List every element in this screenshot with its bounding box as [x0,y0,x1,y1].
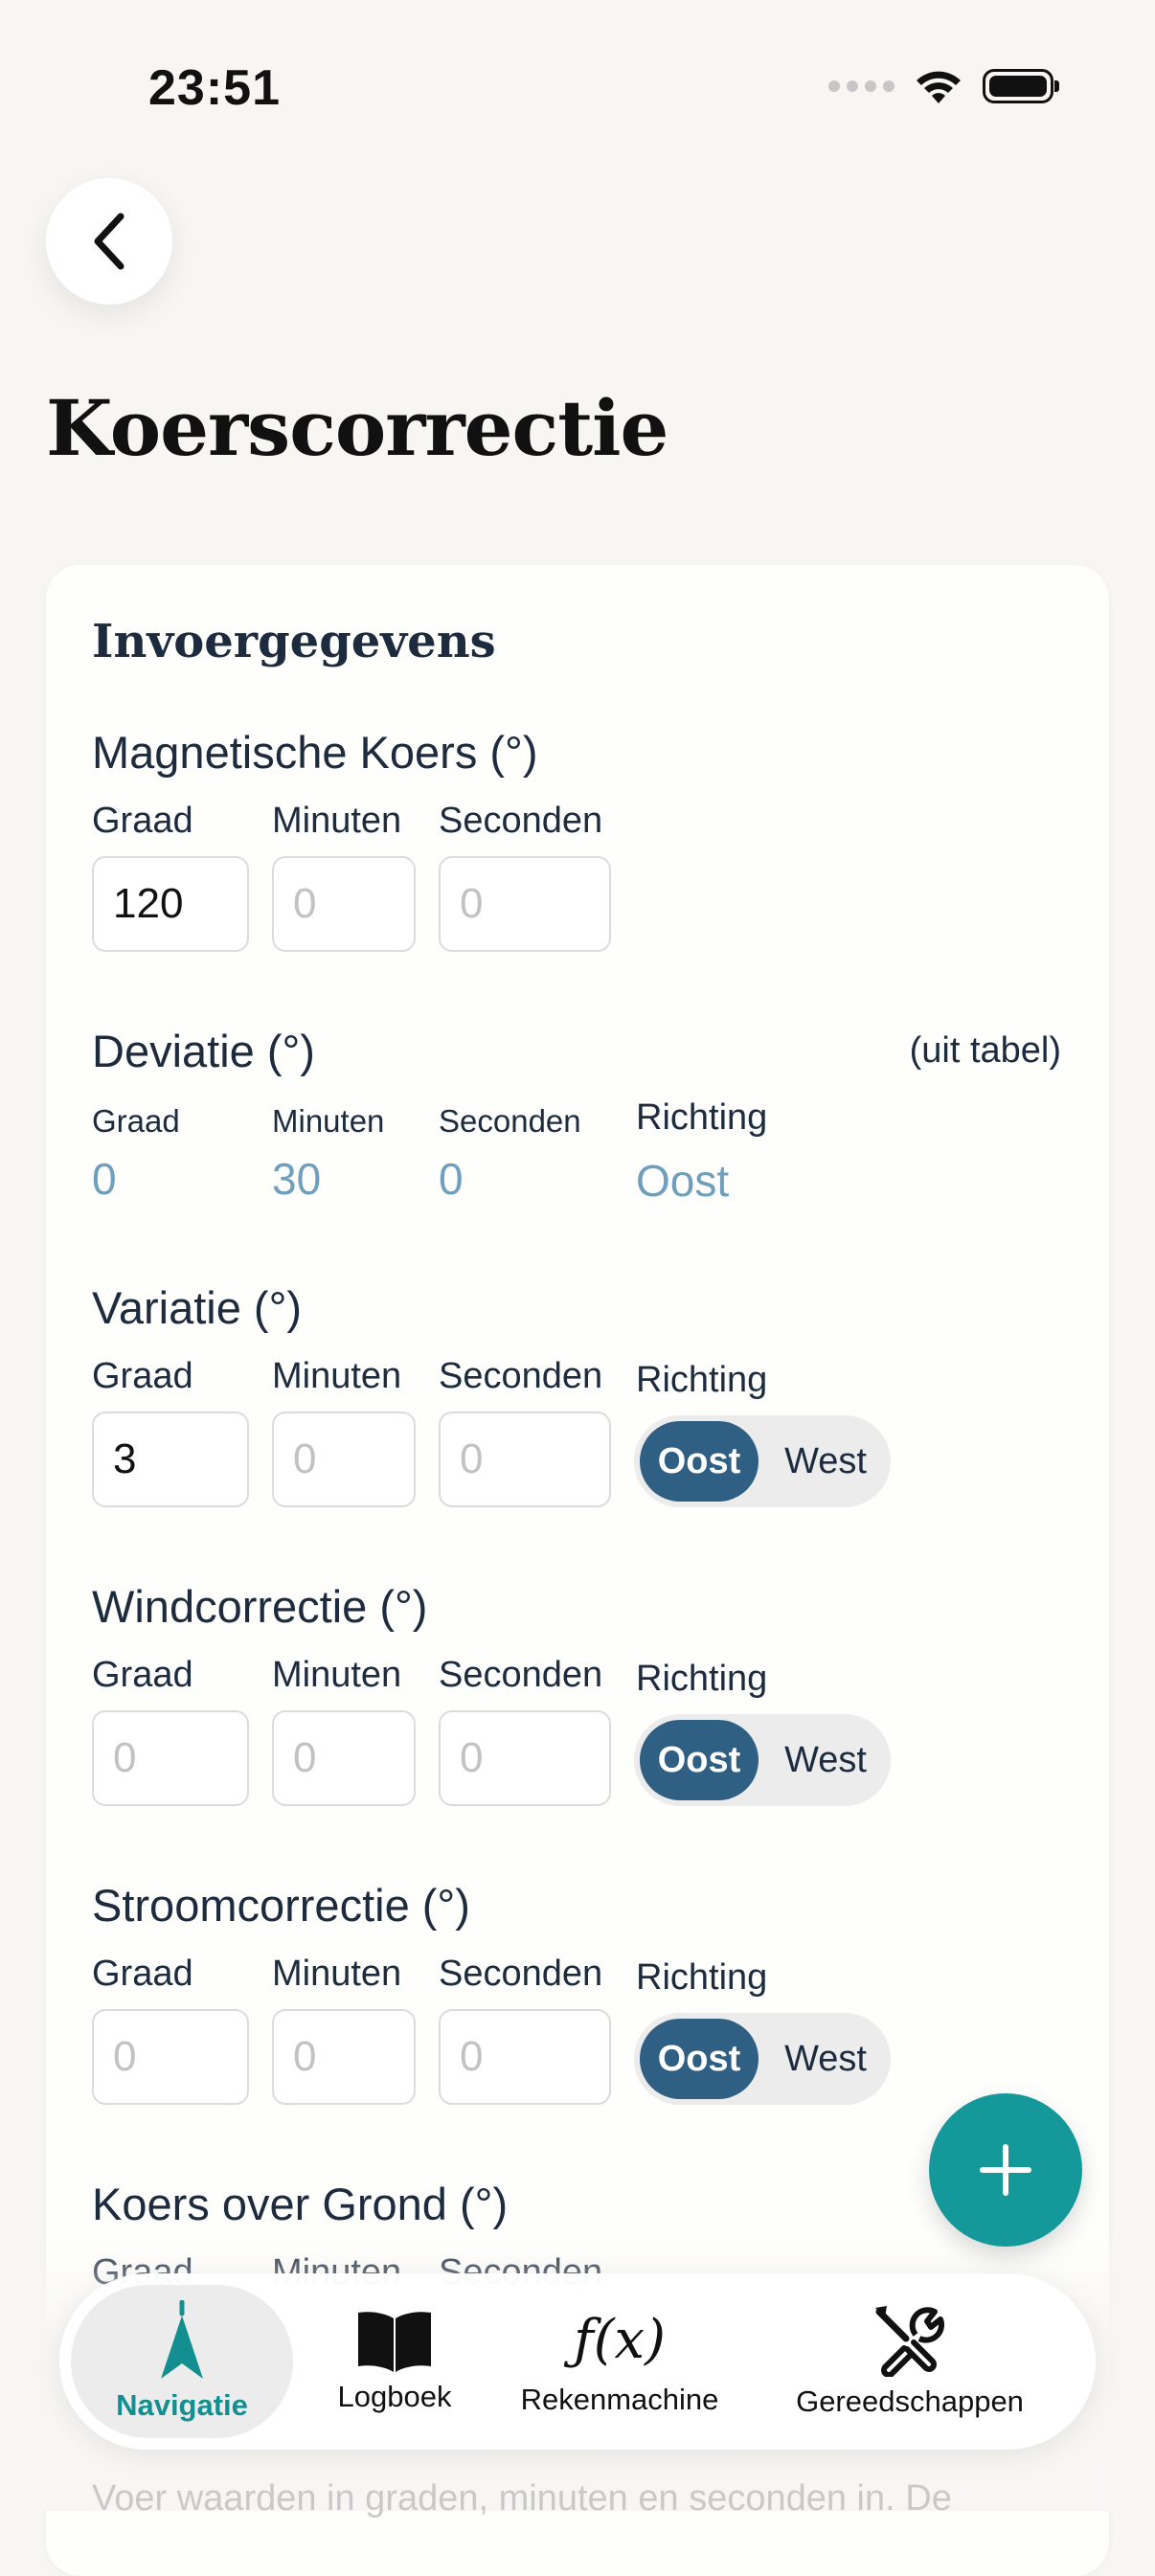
toggle-option-west[interactable]: West [766,2019,885,2099]
book-icon [358,2312,431,2372]
label-graad: Graad [92,1655,193,1695]
card-title: Invoergegevens [92,615,496,668]
label-graad: Graad [92,1356,193,1396]
windcorrectie-minuten-input[interactable]: 0 [272,1710,416,1806]
label-seconden: Seconden [439,801,603,841]
stroomcorrectie-minuten-input[interactable]: 0 [272,2009,416,2105]
label-richting: Richting [636,1360,768,1400]
stroomcorrectie-graad-input[interactable]: 0 [92,2009,249,2105]
nav-item-logboek[interactable]: Logboek [310,2285,479,2438]
label-seconden: Seconden [439,1655,603,1695]
label-minuten: Minuten [272,801,402,841]
nav-label-logboek: Logboek [337,2380,452,2413]
label-minuten: Minuten [272,1103,385,1139]
section-title-deviatie: Deviatie (°) [92,1026,315,1076]
toggle-option-oost[interactable]: Oost [640,2019,759,2099]
label-minuten: Minuten [272,1356,402,1396]
add-button[interactable] [929,2093,1082,2247]
label-minuten: Minuten [272,1954,402,1994]
page-title: Koerscorrectie [46,383,668,473]
hint-text: Voer waarden in graden, minuten en secon… [92,2478,952,2519]
label-seconden: Seconden [439,1954,603,1994]
nav-label-navigatie: Navigatie [116,2388,248,2422]
tools-icon [875,2306,945,2377]
nav-item-rekenmachine[interactable]: ƒ(x) Rekenmachine [502,2285,737,2438]
back-button[interactable] [46,178,172,305]
chevron-left-icon [94,213,125,270]
nav-label-rekenmachine: Rekenmachine [520,2383,719,2416]
battery-icon [983,69,1059,103]
stroomcorrectie-richting-toggle[interactable]: Oost West [634,2013,891,2105]
section-title-stroomcorrectie: Stroomcorrectie (°) [92,1880,470,1931]
label-richting: Richting [636,1659,768,1699]
label-graad: Graad [92,801,193,841]
label-richting: Richting [636,1957,768,1998]
deviatie-seconden-value: 0 [439,1154,464,1204]
section-title-variatie: Variatie (°) [92,1282,303,1333]
label-seconden: Seconden [439,1356,603,1396]
section-title-windcorrectie: Windcorrectie (°) [92,1581,428,1632]
navigation-arrow-icon [161,2300,203,2379]
toggle-option-west[interactable]: West [766,1720,885,1800]
windcorrectie-richting-toggle[interactable]: Oost West [634,1714,891,1806]
toggle-option-west[interactable]: West [766,1421,885,1502]
windcorrectie-seconden-input[interactable]: 0 [439,1710,611,1806]
label-richting: Richting [636,1097,768,1138]
nav-item-navigatie[interactable]: Navigatie [71,2285,293,2438]
status-time: 23:51 [148,60,281,116]
deviatie-richting-value: Oost [636,1156,730,1206]
wifi-icon [917,71,961,103]
magnetische-koers-minuten-input[interactable]: 0 [272,856,416,952]
toggle-option-oost[interactable]: Oost [640,1720,759,1800]
magnetische-koers-graad-input[interactable]: 120 [92,856,249,952]
section-title-magnetische-koers: Magnetische Koers (°) [92,727,538,778]
signal-icon [828,80,895,92]
windcorrectie-graad-input[interactable]: 0 [92,1710,249,1806]
deviatie-minuten-value: 30 [272,1154,322,1204]
function-icon: ƒ(x) [573,2309,666,2371]
toggle-option-oost[interactable]: Oost [640,1421,759,1502]
plus-icon [980,2144,1031,2196]
variatie-seconden-input[interactable]: 0 [439,1412,611,1507]
status-icons [828,67,1059,105]
label-graad: Graad [92,1954,193,1994]
label-minuten: Minuten [272,1655,402,1695]
deviatie-note: (uit tabel) [909,1030,1061,1071]
variatie-richting-toggle[interactable]: Oost West [634,1415,891,1507]
magnetische-koers-seconden-input[interactable]: 0 [439,856,611,952]
section-title-koers-over-grond: Koers over Grond (°) [92,2179,509,2229]
bottom-navigation: Navigatie Logboek ƒ(x) Rekenmachine Gere… [59,2273,1096,2450]
stroomcorrectie-seconden-input[interactable]: 0 [439,2009,611,2105]
variatie-minuten-input[interactable]: 0 [272,1412,416,1507]
label-graad: Graad [92,1103,180,1139]
deviatie-graad-value: 0 [92,1154,117,1204]
variatie-graad-input[interactable]: 3 [92,1412,249,1507]
nav-label-gereedschappen: Gereedschappen [796,2384,1024,2418]
label-seconden: Seconden [439,1103,581,1139]
nav-item-gereedschappen[interactable]: Gereedschappen [766,2285,1053,2438]
